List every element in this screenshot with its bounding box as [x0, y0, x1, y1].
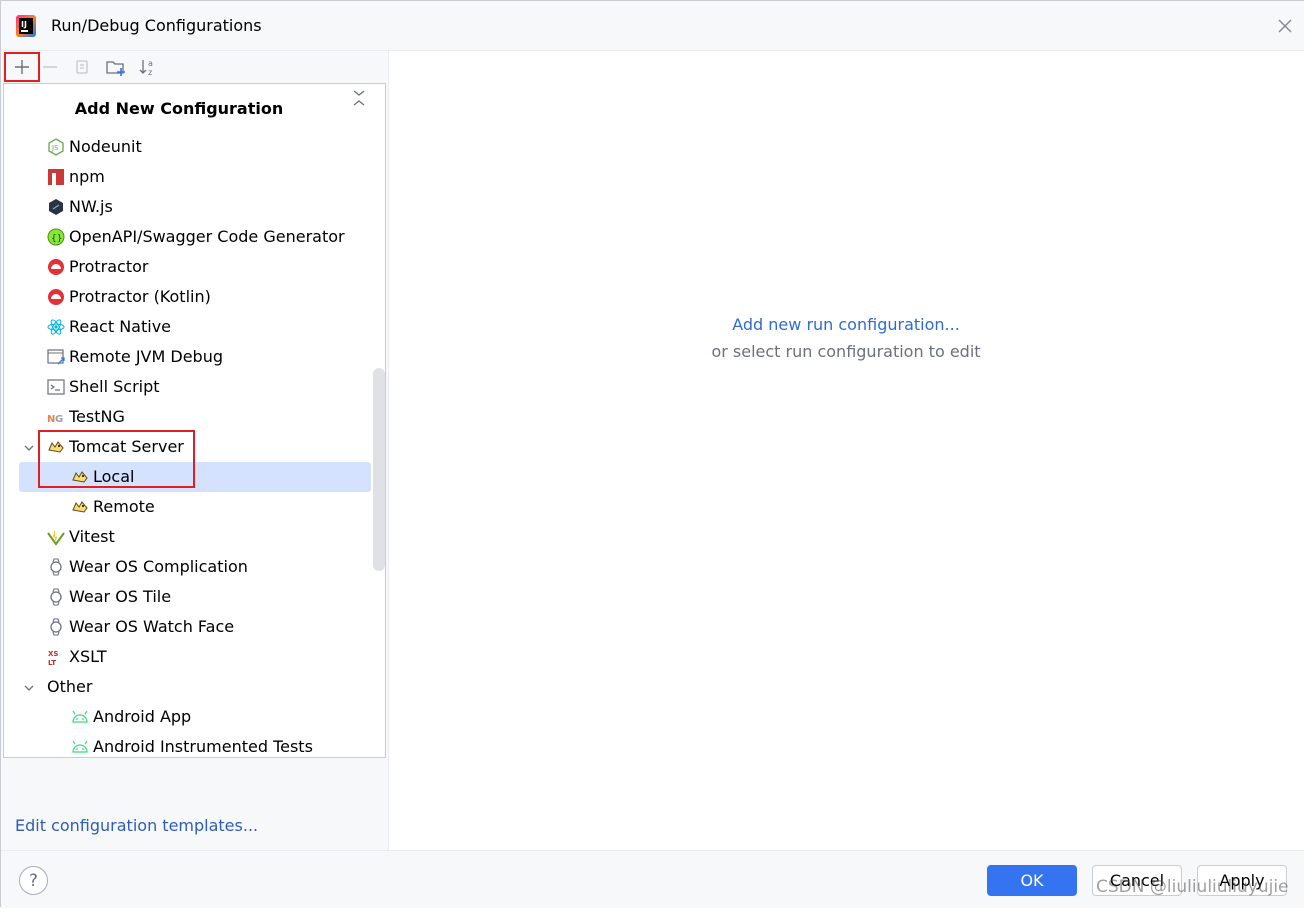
intellij-app-icon: IJ [16, 15, 36, 37]
xslt-icon: XS LT [47, 648, 65, 666]
tree-item-label: Protractor (Kotlin) [69, 287, 211, 306]
openapi-icon: {} [47, 228, 65, 246]
svg-text:G: G [55, 414, 63, 425]
tree-item-remote[interactable]: Remote [4, 492, 385, 522]
protractor-icon [47, 288, 65, 306]
chevron-down-icon[interactable] [22, 440, 36, 454]
nodeunit-icon: JS [47, 138, 65, 156]
tree-item-label: TestNG [69, 407, 125, 426]
tree-item-android-instrumented-tests[interactable]: Android Instrumented Tests [4, 732, 385, 757]
tree-item-wear-os-complication[interactable]: Wear OS Complication [4, 552, 385, 582]
npm-icon [47, 168, 65, 186]
remove-configuration-button[interactable] [37, 54, 63, 80]
window-title: Run/Debug Configurations [51, 16, 262, 35]
tree-item-label: Wear OS Tile [69, 587, 172, 606]
tree-item-shell-script[interactable]: Shell Script [4, 372, 385, 402]
select-configuration-hint: or select run configuration to edit [711, 342, 981, 361]
tree-item-android-app[interactable]: Android App [4, 702, 385, 732]
popup-scrollbar[interactable] [373, 368, 385, 571]
add-icon [15, 60, 29, 74]
tree-item-openapi-swagger-code-generator[interactable]: {} OpenAPI/Swagger Code Generator [4, 222, 385, 252]
tree-item-other[interactable]: Other [4, 672, 385, 702]
add-new-configuration-popup: Add New Configuration JS Nodeunit npm NW.js… [3, 83, 386, 758]
protractor-icon [47, 258, 65, 276]
tree-item-react-native[interactable]: React Native [4, 312, 385, 342]
tree-item-wear-os-tile[interactable]: Wear OS Tile [4, 582, 385, 612]
tree-item-label: NW.js [69, 197, 113, 216]
tree-item-nw-js[interactable]: NW.js [4, 192, 385, 222]
remote-debug-icon [47, 348, 65, 366]
tree-item-label: React Native [69, 317, 172, 336]
minus-icon [43, 66, 57, 68]
configuration-editor-panel: Add new run configuration... or select r… [390, 51, 1304, 850]
svg-text:z: z [148, 68, 152, 77]
tree-item-label: Wear OS Watch Face [69, 617, 235, 636]
tree-item-label: Protractor [69, 257, 149, 276]
collapse-popup-icon[interactable] [351, 88, 367, 108]
nwjs-icon [47, 198, 65, 216]
folder-add-icon [106, 61, 125, 76]
tree-item-remote-jvm-debug[interactable]: Remote JVM Debug [4, 342, 385, 372]
tree-item-xslt[interactable]: XS LT XSLT [4, 642, 385, 672]
testng-icon: NG [47, 408, 65, 426]
tree-item-npm[interactable]: npm [4, 162, 385, 192]
new-folder-button[interactable] [103, 54, 129, 80]
tree-item-testng[interactable]: N G TestNG [4, 402, 385, 432]
tree-item-label: Nodeunit [69, 137, 142, 156]
tree-item-nodeunit[interactable]: JS Nodeunit [4, 132, 385, 162]
watch-icon [47, 558, 65, 576]
close-icon[interactable] [1274, 15, 1296, 37]
watch-icon [47, 588, 65, 606]
tree-item-label: Android Instrumented Tests [93, 737, 313, 756]
sort-configurations-button[interactable]: az [135, 54, 161, 80]
edit-configuration-templates-link[interactable]: Edit configuration templates... [15, 816, 258, 835]
vitest-icon [47, 528, 65, 546]
tree-item-label: npm [69, 167, 105, 186]
svg-text:{}: {} [51, 234, 62, 244]
tree-item-protractor-kotlin[interactable]: Protractor (Kotlin) [4, 282, 385, 312]
copy-icon [76, 60, 88, 74]
dialog-footer: ? OK Cancel Apply CSDN @liuliuliuliuyuji… [1, 850, 1304, 908]
android-icon [71, 708, 89, 726]
svg-text:JS: JS [51, 144, 59, 152]
tree-item-label: Remote JVM Debug [69, 347, 223, 366]
tree-item-vitest[interactable]: Vitest [4, 522, 385, 552]
sort-alpha-icon: az [139, 59, 153, 77]
svg-text:XS: XS [48, 650, 58, 658]
tree-item-label: XSLT [69, 647, 107, 666]
add-new-run-configuration-link[interactable]: Add new run configuration... [390, 315, 1302, 334]
help-button[interactable]: ? [19, 866, 48, 895]
title-bar: IJ Run/Debug Configurations [1, 1, 1304, 51]
annotation-highlight-box [38, 430, 195, 488]
watch-icon [47, 618, 65, 636]
csdn-watermark: CSDN @liuliuliuliuyujie [1096, 877, 1289, 897]
sidebar-toolbar: az [1, 51, 389, 83]
tree-item-label: Shell Script [69, 377, 160, 396]
popup-title: Add New Configuration [74, 99, 284, 118]
tree-item-label: Wear OS Complication [69, 557, 248, 576]
tree-item-label: Android App [93, 707, 192, 726]
android-icon [71, 738, 89, 756]
terminal-icon [47, 378, 65, 396]
tree-item-protractor[interactable]: Protractor [4, 252, 385, 282]
tree-item-wear-os-watch-face[interactable]: Wear OS Watch Face [4, 612, 385, 642]
run-debug-configurations-dialog: IJ Run/Debug Configurations az Edit conf… [0, 0, 1304, 908]
svg-text:LT: LT [48, 659, 56, 666]
tree-item-label: Remote [93, 497, 155, 516]
tree-item-label: Other [47, 677, 93, 696]
tomcat-icon [71, 498, 89, 516]
copy-configuration-button[interactable] [69, 54, 95, 80]
svg-text:IJ: IJ [21, 20, 27, 29]
react-icon [47, 318, 65, 336]
tree-item-label: Vitest [69, 527, 115, 546]
add-configuration-button[interactable] [4, 52, 40, 82]
tree-item-label: OpenAPI/Swagger Code Generator [69, 227, 345, 246]
svg-text:a: a [148, 59, 153, 68]
chevron-down-icon[interactable] [22, 680, 36, 694]
ok-button[interactable]: OK [987, 865, 1077, 896]
